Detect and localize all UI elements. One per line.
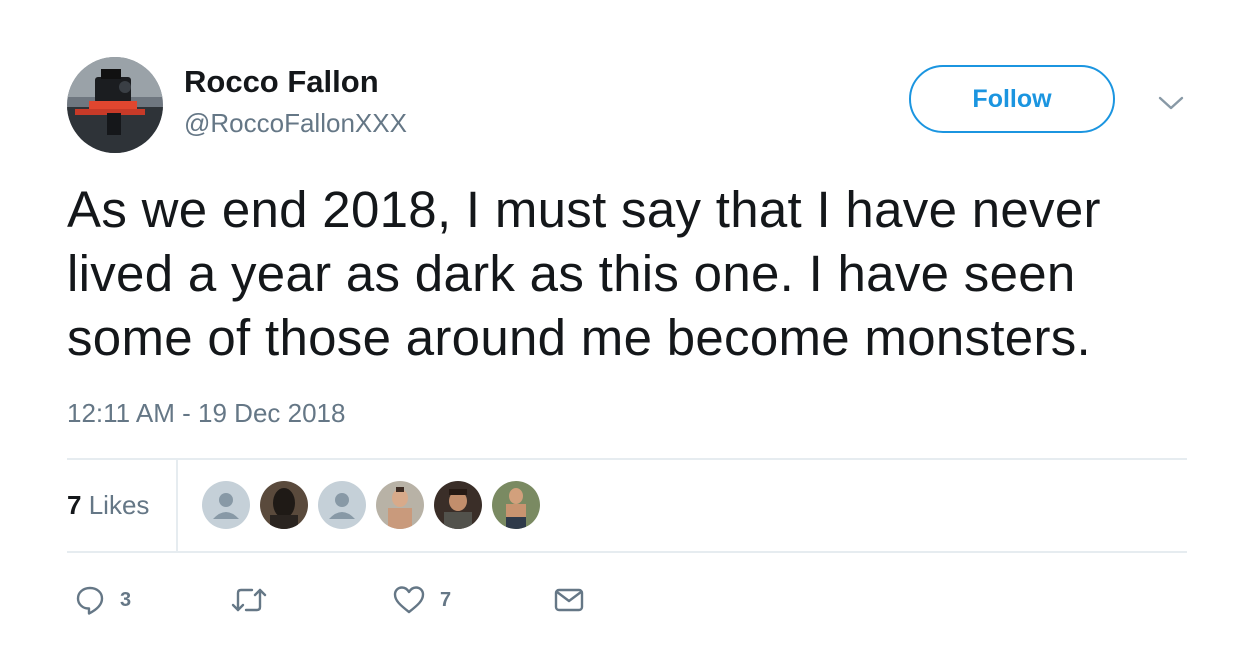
direct-message-button[interactable] <box>553 584 585 616</box>
author-avatar[interactable] <box>67 57 163 153</box>
envelope-icon <box>554 588 584 612</box>
retweet-button[interactable] <box>230 584 268 616</box>
tweet-text-line: As we end 2018, I must say that I have n… <box>67 181 1101 238</box>
reply-count: 3 <box>120 588 132 611</box>
reply-button[interactable]: 3 <box>74 584 131 616</box>
follow-button[interactable]: Follow <box>909 65 1115 133</box>
liker-avatar[interactable] <box>492 481 540 529</box>
tweet-text: As we end 2018, I must say that I have n… <box>67 178 1207 370</box>
likes-stat[interactable]: 7 Likes <box>67 490 149 521</box>
tweet-text-line: some of those around me become monsters. <box>67 309 1092 366</box>
divider <box>67 551 1187 553</box>
likes-count: 7 <box>67 490 82 520</box>
retweet-icon <box>231 588 267 612</box>
likes-label: Likes <box>88 490 150 520</box>
liker-avatar-default[interactable] <box>202 481 250 529</box>
tweet-timestamp[interactable]: 12:11 AM - 19 Dec 2018 <box>67 398 345 429</box>
liker-avatar[interactable] <box>260 481 308 529</box>
author-display-name[interactable]: Rocco Fallon <box>184 64 379 100</box>
heart-icon <box>393 586 425 614</box>
reply-icon <box>76 586 104 615</box>
chevron-down-icon[interactable] <box>1154 88 1188 118</box>
divider <box>67 458 1187 460</box>
liker-avatar-default[interactable] <box>318 481 366 529</box>
like-count: 7 <box>440 588 452 611</box>
divider <box>176 460 178 552</box>
like-button[interactable]: 7 <box>392 584 451 616</box>
author-handle[interactable]: @RoccoFallonXXX <box>184 108 407 139</box>
liker-avatar[interactable] <box>376 481 424 529</box>
tweet-text-line: lived a year as dark as this one. I have… <box>67 245 1076 302</box>
liker-avatar[interactable] <box>434 481 482 529</box>
